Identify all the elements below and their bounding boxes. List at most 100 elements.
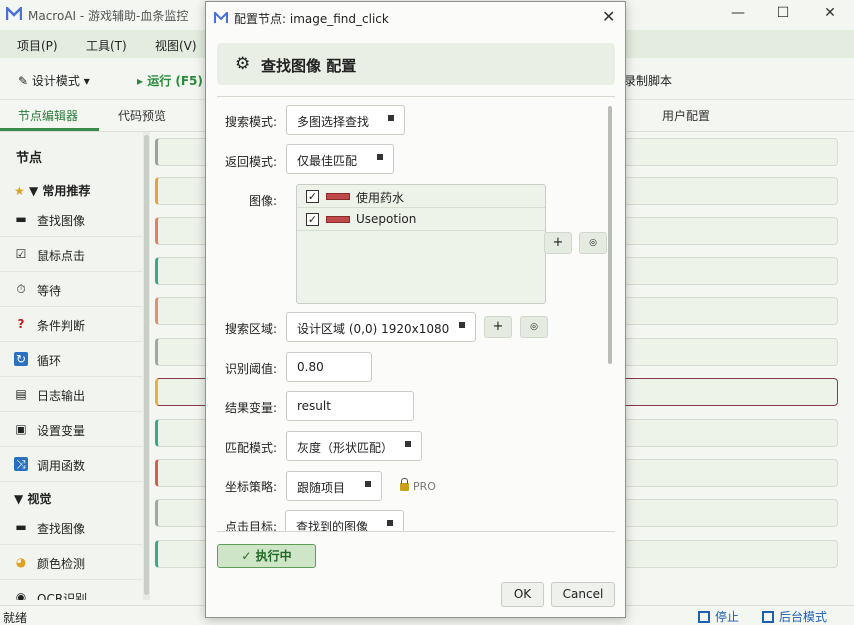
- wand-icon: ✎: [18, 74, 29, 88]
- dropdown-icon: [377, 154, 383, 160]
- return-mode-select[interactable]: 仅最佳匹配: [286, 144, 394, 174]
- threshold-input[interactable]: 0.80: [286, 352, 372, 382]
- sidebar-item-wait[interactable]: ⏱ 等待: [0, 273, 142, 307]
- sidebar-scroll-thumb[interactable]: [144, 135, 149, 595]
- sidebar-item-ocr[interactable]: ◉ OCR识别: [0, 581, 142, 600]
- question-icon: ?: [17, 317, 25, 331]
- stop-button[interactable]: 停止: [698, 608, 739, 625]
- form-scroll-thumb[interactable]: [608, 106, 612, 364]
- sidebar-item-log-output[interactable]: ▤ 日志输出: [0, 378, 142, 412]
- function-icon: ⤨: [14, 457, 28, 471]
- star-icon: ★: [14, 184, 25, 198]
- image-checkbox[interactable]: ✓: [306, 213, 319, 226]
- ok-button[interactable]: OK: [501, 582, 544, 607]
- minimize-button[interactable]: —: [718, 2, 758, 24]
- background-mode-button[interactable]: 后台模式: [762, 608, 827, 625]
- menu-project[interactable]: 项目(P): [17, 37, 58, 54]
- close-window-button[interactable]: ✕: [810, 2, 850, 24]
- dropdown-icon: [365, 481, 371, 487]
- stop-icon: [698, 611, 710, 623]
- status-text: 就绪: [3, 611, 28, 625]
- app-title: MacroAI - 游戏辅助-血条监控: [28, 9, 189, 23]
- config-form: 搜索模式: 多图选择查找 返回模式: 仅最佳匹配 图像: ✓ 使用药水 ✓ Us…: [217, 96, 615, 532]
- node-sidebar: 节点 ★ ▼ 常用推荐 ▬ 查找图像 ☑ 鼠标点击 ⏱ 等待 ? 条件判断 ↻ 循环 ▤ 日…: [0, 132, 148, 600]
- stop-label: 停止: [715, 610, 740, 624]
- sidebar-item-call-function[interactable]: ⤨ 调用函数: [0, 448, 142, 482]
- sidebar-item-find-image-vision[interactable]: ▬ 查找图像: [0, 511, 142, 545]
- maximize-button[interactable]: ☐: [763, 2, 803, 24]
- dropdown-icon: [405, 441, 411, 447]
- image-checkbox[interactable]: ✓: [306, 190, 319, 203]
- design-mode-label: 设计模式 ▾: [31, 74, 90, 88]
- click-target-value: 查找到的图像: [296, 520, 369, 532]
- sidebar-item-label: 鼠标点击: [37, 249, 86, 263]
- sidebar-item-label: 颜色检测: [37, 557, 86, 571]
- image-list-item[interactable]: ✓ 使用药水: [297, 185, 545, 208]
- tab-node-editor[interactable]: 节点编辑器: [18, 107, 78, 124]
- dialog-header: ⚙ 查找图像 配置: [217, 43, 615, 85]
- match-mode-label: 匹配模式:: [225, 441, 278, 455]
- search-mode-label: 搜索模式:: [225, 115, 278, 129]
- section-vision[interactable]: ▼ 视觉: [14, 490, 51, 507]
- threshold-label: 识别阈值:: [225, 362, 278, 376]
- dialog-close-button[interactable]: ✕: [602, 7, 615, 26]
- menu-view[interactable]: 视图(V): [155, 37, 197, 54]
- add-image-button[interactable]: +: [544, 232, 572, 254]
- design-mode-button[interactable]: ✎ 设计模式 ▾: [18, 72, 90, 89]
- coord-strategy-select[interactable]: 跟随项目: [286, 471, 382, 501]
- search-mode-select[interactable]: 多图选择查找: [286, 105, 405, 135]
- app-logo-icon: [214, 12, 228, 24]
- image-thumbnail: [326, 216, 350, 223]
- sidebar-item-color-detect[interactable]: ◕ 颜色检测: [0, 546, 142, 580]
- sidebar-item-find-image[interactable]: ▬ 查找图像: [0, 203, 142, 237]
- match-mode-select[interactable]: 灰度（形状匹配）: [286, 431, 422, 461]
- sidebar-item-label: OCR识别: [37, 592, 88, 600]
- sidebar-item-condition[interactable]: ? 条件判断: [0, 308, 142, 342]
- add-region-button[interactable]: +: [484, 316, 512, 338]
- palette-icon: ◕: [15, 555, 27, 569]
- result-variable-input[interactable]: result: [286, 391, 414, 421]
- sidebar-item-set-variable[interactable]: ▣ 设置变量: [0, 413, 142, 447]
- click-target-label: 点击目标:: [225, 520, 278, 532]
- sidebar-item-mouse-click[interactable]: ☑ 鼠标点击: [0, 238, 142, 272]
- search-region-label: 搜索区域:: [225, 322, 278, 336]
- refresh-images-button[interactable]: ◎: [579, 232, 607, 254]
- search-region-select[interactable]: 设计区域 (0,0) 1920x1080: [286, 312, 476, 342]
- run-button[interactable]: ▸ 运行 (F5): [137, 72, 203, 89]
- tab-code-preview[interactable]: 代码预览: [118, 107, 166, 124]
- sidebar-item-label: 条件判断: [37, 319, 86, 333]
- tab-user-config[interactable]: 用户配置: [662, 107, 710, 124]
- cancel-button[interactable]: Cancel: [551, 582, 615, 607]
- coord-strategy-label: 坐标策略:: [225, 480, 278, 494]
- record-script-button[interactable]: 录制脚本: [624, 72, 672, 89]
- app-logo-icon: [6, 7, 22, 20]
- dropdown-icon: [459, 322, 465, 328]
- sidebar-title: 节点: [16, 151, 43, 166]
- section-common[interactable]: ★ ▼ 常用推荐: [14, 182, 90, 199]
- result-variable-label: 结果变量:: [225, 401, 278, 415]
- sidebar-item-label: 调用函数: [37, 459, 86, 473]
- section-common-label: ▼ 常用推荐: [28, 184, 91, 198]
- image-icon: ▬: [15, 212, 27, 226]
- sidebar-item-loop[interactable]: ↻ 循环: [0, 343, 142, 377]
- dropdown-icon: [387, 520, 393, 526]
- search-mode-value: 多图选择查找: [297, 115, 370, 129]
- image-list[interactable]: ✓ 使用药水 ✓ Usepotion: [296, 184, 546, 304]
- search-region-value: 设计区域 (0,0) 1920x1080: [297, 322, 450, 336]
- pro-label: PRO: [413, 480, 436, 493]
- dialog-title: 配置节点: image_find_click: [234, 12, 389, 26]
- menu-tools[interactable]: 工具(T): [86, 37, 127, 54]
- timer-icon: ⏱: [16, 282, 26, 296]
- image-list-item[interactable]: ✓ Usepotion: [297, 208, 545, 231]
- dialog-header-title: 查找图像 配置: [261, 57, 357, 75]
- refresh-region-button[interactable]: ◎: [520, 316, 548, 338]
- click-target-select[interactable]: 查找到的图像: [285, 510, 404, 532]
- executing-button[interactable]: ✓ 执行中: [217, 544, 316, 568]
- checkbox-icon: ☑: [15, 247, 27, 261]
- gear-icon: ⚙: [235, 54, 251, 74]
- background-mode-label: 后台模式: [779, 610, 828, 624]
- sidebar-item-label: 查找图像: [37, 214, 86, 228]
- log-icon: ▤: [15, 387, 27, 401]
- loop-icon: ↻: [14, 352, 28, 366]
- pro-badge: PRO: [400, 478, 436, 493]
